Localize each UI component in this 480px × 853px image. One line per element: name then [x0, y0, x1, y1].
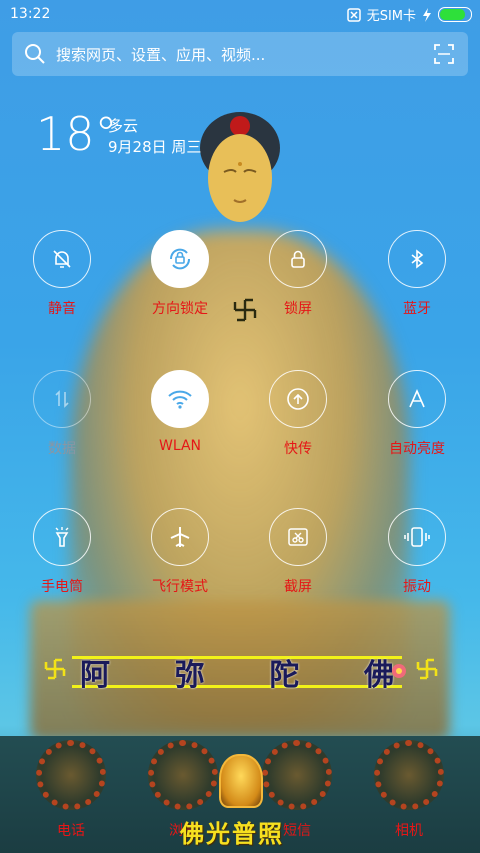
- toggle-rotation-lock[interactable]: 方向锁定: [125, 230, 235, 318]
- dock-app-camera[interactable]: 相机: [364, 736, 454, 840]
- toggle-lock-screen[interactable]: 锁屏: [243, 230, 353, 318]
- prayer-beads-icon: [262, 740, 332, 810]
- toggle-label: 飞行模式: [152, 579, 208, 595]
- buddha-head-image: [200, 112, 280, 222]
- dock-label: 电话: [57, 823, 85, 839]
- mantra-char: 弥: [174, 658, 205, 693]
- toggle-quick-share[interactable]: 快传: [243, 370, 353, 458]
- scissors-icon: [269, 508, 327, 566]
- prayer-beads-icon: [374, 740, 444, 810]
- dock-banner-text: 佛光普照: [180, 819, 284, 848]
- data-arrows-icon: [33, 370, 91, 428]
- airplane-icon: [151, 508, 209, 566]
- search-placeholder: 搜索网页、设置、应用、视频...: [56, 45, 266, 64]
- lock-icon: [269, 230, 327, 288]
- search-icon: [25, 44, 45, 64]
- weather-condition: 多云: [108, 117, 139, 135]
- bell-off-icon: [33, 230, 91, 288]
- toggle-auto-brightness[interactable]: 自动亮度: [362, 370, 472, 458]
- toggle-airplane[interactable]: 飞行模式: [125, 508, 235, 596]
- toggle-bluetooth[interactable]: 蓝牙: [362, 230, 472, 318]
- toggle-vibrate[interactable]: 振动: [362, 508, 472, 596]
- golden-buddha-icon: [219, 754, 263, 808]
- toggle-data[interactable]: 数据: [7, 370, 117, 458]
- mantra-banner: 阿 弥 陀 佛: [72, 656, 402, 693]
- bluetooth-icon: [388, 230, 446, 288]
- vibrate-icon: [388, 508, 446, 566]
- toggle-mute[interactable]: 静音: [7, 230, 117, 318]
- sim-status: 无SIM卡: [366, 9, 416, 24]
- sim-icon: [346, 7, 361, 22]
- lotus-icon: [392, 664, 406, 678]
- dock-app-phone[interactable]: 电话: [26, 736, 116, 840]
- toggle-label: 手电筒: [41, 579, 83, 595]
- swastika-symbol-icon: [233, 298, 257, 322]
- toggle-label: 振动: [403, 579, 431, 595]
- toggle-label: 方向锁定: [152, 301, 208, 317]
- flashlight-icon: [33, 508, 91, 566]
- status-time: 13:22: [10, 6, 51, 22]
- temperature: 18°: [36, 107, 118, 161]
- mantra-char: 陀: [269, 658, 300, 693]
- toggle-label: 锁屏: [284, 301, 312, 317]
- toggle-label: 快传: [284, 441, 312, 457]
- toggle-label: 蓝牙: [403, 301, 431, 317]
- weather-widget[interactable]: 18° 多云 9月28日 周三: [36, 107, 201, 161]
- scan-icon[interactable]: [434, 44, 454, 64]
- mantra-char: 阿: [80, 658, 110, 693]
- toggle-wlan[interactable]: WLAN: [125, 370, 235, 454]
- toggle-label: 自动亮度: [389, 441, 445, 457]
- wifi-icon: [151, 370, 209, 428]
- toggle-label: 数据: [48, 441, 76, 457]
- dock-label: 相机: [395, 823, 423, 839]
- rotation-lock-icon: [151, 230, 209, 288]
- toggle-screenshot[interactable]: 截屏: [243, 508, 353, 596]
- status-bar: 13:22 无SIM卡: [0, 0, 480, 28]
- search-bar[interactable]: 搜索网页、设置、应用、视频...: [12, 32, 468, 76]
- charging-icon: [423, 7, 431, 22]
- battery-icon: [438, 7, 472, 22]
- prayer-beads-icon: [148, 740, 218, 810]
- swastika-right-icon: [416, 658, 438, 680]
- upload-icon: [269, 370, 327, 428]
- toggle-flashlight[interactable]: 手电筒: [7, 508, 117, 596]
- toggle-label: 静音: [48, 301, 76, 317]
- prayer-beads-icon: [36, 740, 106, 810]
- toggle-label: WLAN: [158, 438, 201, 454]
- swastika-left-icon: [44, 658, 66, 680]
- auto-brightness-icon: [388, 370, 446, 428]
- weather-date: 9月28日 周三: [108, 138, 202, 156]
- toggle-label: 截屏: [284, 579, 312, 595]
